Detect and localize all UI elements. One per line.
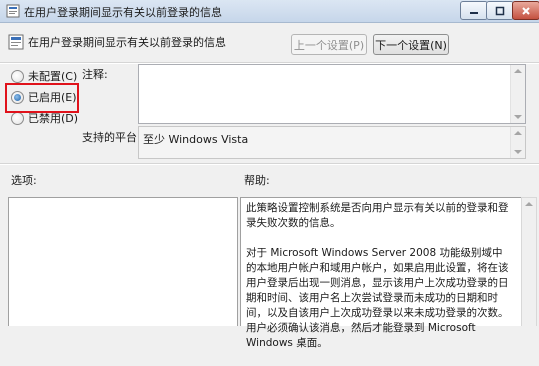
previous-setting-button[interactable]: 上一个设置(P)	[291, 34, 367, 55]
scroll-down-icon[interactable]	[514, 150, 522, 154]
close-icon	[522, 6, 530, 15]
minimize-button[interactable]	[460, 1, 488, 20]
policy-editor-window: 在用户登录期间显示有关以前登录的信息 在用户登录期间显示有关以前登录的信息 上一…	[0, 0, 539, 349]
minimize-icon	[470, 11, 478, 14]
help-pane[interactable]: 此策略设置控制系统是否向用户显示有关以前的登录和登录失败次数的信息。 对于 Mi…	[240, 197, 522, 349]
scroll-up-icon[interactable]	[514, 131, 522, 135]
supported-platform-label: 支持的平台:	[82, 131, 141, 144]
policy-setting-icon	[8, 34, 24, 50]
help-label: 帮助:	[244, 174, 270, 187]
radio-button[interactable]	[11, 111, 24, 125]
policy-setting-icon	[6, 4, 20, 18]
highlight-annotation-box	[5, 83, 79, 113]
policy-title: 在用户登录期间显示有关以前登录的信息	[28, 36, 226, 49]
comment-textarea[interactable]	[138, 64, 526, 124]
divider	[0, 163, 539, 165]
maximize-button[interactable]	[486, 1, 514, 20]
help-paragraph: 对于 Microsoft Windows Server 2008 功能级别域中的…	[246, 247, 509, 349]
supported-platform-value: 至少 Windows Vista	[143, 133, 249, 146]
help-text: 此策略设置控制系统是否向用户显示有关以前的登录和登录失败次数的信息。 对于 Mi…	[246, 201, 510, 366]
supported-platform-field: 至少 Windows Vista	[138, 126, 526, 159]
maximize-icon	[495, 6, 505, 15]
scroll-down-icon[interactable]	[514, 115, 522, 119]
scrollbar[interactable]	[510, 127, 525, 158]
close-button[interactable]	[512, 1, 539, 20]
comment-label: 注释:	[82, 68, 108, 81]
radio-button[interactable]	[11, 69, 24, 83]
scrollbar[interactable]	[510, 65, 525, 123]
radio-label: 未配置(C)	[28, 70, 78, 83]
help-paragraph: 此策略设置控制系统是否向用户显示有关以前的登录和登录失败次数的信息。	[246, 202, 509, 229]
next-setting-button[interactable]: 下一个设置(N)	[373, 34, 449, 55]
window-title: 在用户登录期间显示有关以前登录的信息	[24, 6, 222, 19]
scroll-up-icon[interactable]	[525, 202, 533, 206]
title-bar[interactable]: 在用户登录期间显示有关以前登录的信息	[0, 0, 539, 23]
radio-not-configured[interactable]: 未配置(C)	[11, 68, 77, 84]
options-label: 选项:	[11, 174, 37, 187]
help-scrollbar[interactable]	[521, 197, 537, 326]
options-pane[interactable]	[8, 197, 238, 326]
scroll-up-icon[interactable]	[514, 69, 522, 73]
